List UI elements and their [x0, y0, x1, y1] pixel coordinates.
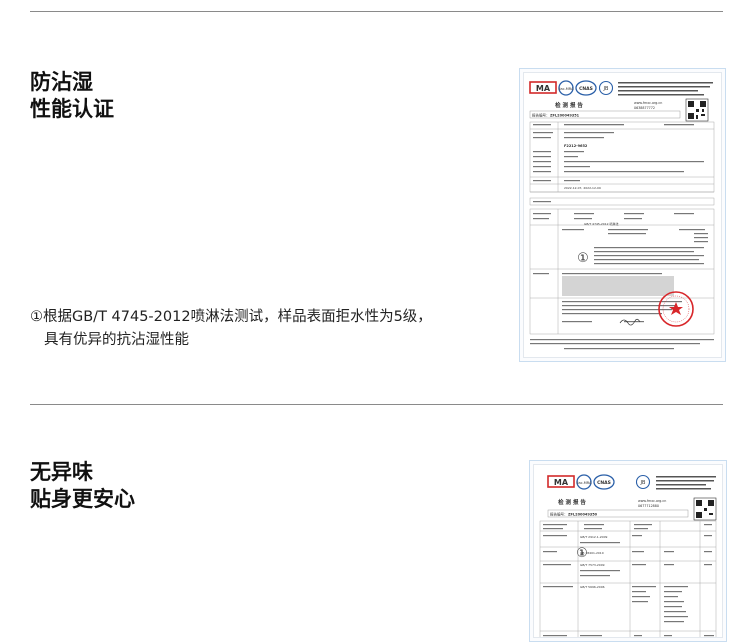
fabric-sample-image — [562, 276, 674, 296]
cert2-heading: 检 测 报 告 — [558, 498, 586, 506]
cert-website: www.fmxc.org.cn — [634, 101, 662, 105]
qr-code — [685, 98, 709, 122]
cert2-report-no-label: 报告编号： — [550, 512, 568, 517]
section-divider — [30, 404, 723, 405]
cert-report-no-label: 报告编号： — [532, 113, 550, 118]
ma-logo: MA — [529, 81, 557, 94]
section1-note-line1: ①根据GB/T 4745-2012喷淋法测试，样品表面拒水性为5级， — [30, 309, 432, 325]
cert2-standard4: GB/T 5696-2006 — [580, 585, 605, 589]
cnas-logo-2: CNAS — [593, 474, 615, 490]
ma-logo-2: MA — [547, 475, 575, 488]
section1-note-line2: 具有优异的抗沾湿性能 — [44, 332, 189, 348]
cert-marker: ① — [577, 251, 589, 266]
cert2-standard1: GB/T 2912.1-2009 — [580, 535, 607, 539]
cnas-logo-text-2: CNAS — [597, 480, 611, 486]
ilac-logo: ilac-MRA — [558, 80, 575, 96]
cert2-marker: ① — [576, 546, 588, 561]
jb-logo-2: JB — [635, 474, 651, 490]
qr-code-2 — [693, 497, 717, 521]
cert-heading: 检 测 报 告 — [555, 101, 583, 109]
cert2-report-no: ZFL200049350 — [568, 513, 598, 517]
section1-certificate-drawing: MA ilac-MRA CNAS JB 检 测 报 告 www.fmxc.org… — [529, 80, 715, 350]
cert2-tel: 0677712880 — [638, 504, 659, 508]
section2-title: 无异味 贴身更安心 — [30, 459, 135, 513]
cnas-logo-text: CNAS — [579, 86, 593, 92]
ma-logo-text-2: MA — [554, 478, 569, 487]
cert-dates: 2022-12-07, 2022-12-09 — [564, 186, 601, 190]
ilac-logo-2: ilac-MRA — [576, 474, 593, 490]
section2-title-line2: 贴身更安心 — [30, 487, 135, 511]
cert-report-no: ZFL200049351 — [550, 114, 580, 118]
ma-logo-text: MA — [536, 84, 551, 93]
section1-title: 防沾湿 性能认证 — [30, 69, 114, 123]
cert-model: F2212-9652 — [564, 144, 588, 148]
section2-certificate-drawing: MA ilac-MRA CNAS JB 检 测 报 告 www.fmxc.org… — [539, 474, 717, 637]
cert-standard: GB/T 4745-2012 喷淋法 — [584, 221, 619, 226]
cert-tel: 0638877772 — [634, 106, 655, 110]
section1-certificate: MA ilac-MRA CNAS JB 检 测 报 告 www.fmxc.org… — [519, 68, 726, 362]
section2-title-line1: 无异味 — [30, 460, 93, 484]
top-divider — [30, 11, 723, 12]
cert2-website: www.fmxc.org.cn — [638, 499, 666, 503]
jb-logo-text-2: JB — [640, 480, 646, 486]
section1-note: ①根据GB/T 4745-2012喷淋法测试，样品表面拒水性为5级， 具有优异的… — [30, 306, 432, 352]
ilac-logo-text-2: ilac-MRA — [577, 481, 593, 485]
section1-title-line1: 防沾湿 — [30, 70, 93, 94]
cnas-logo: CNAS — [575, 80, 597, 96]
section1-title-line2: 性能认证 — [30, 97, 114, 121]
jb-logo: JB — [598, 80, 614, 96]
jb-logo-text: JB — [603, 86, 609, 92]
section2-certificate: MA ilac-MRA CNAS JB 检 测 报 告 www.fmxc.org… — [529, 460, 727, 642]
cert2-standard3: GB/T 7573-2009 — [580, 563, 605, 567]
ilac-logo-text: ilac-MRA — [559, 87, 575, 91]
